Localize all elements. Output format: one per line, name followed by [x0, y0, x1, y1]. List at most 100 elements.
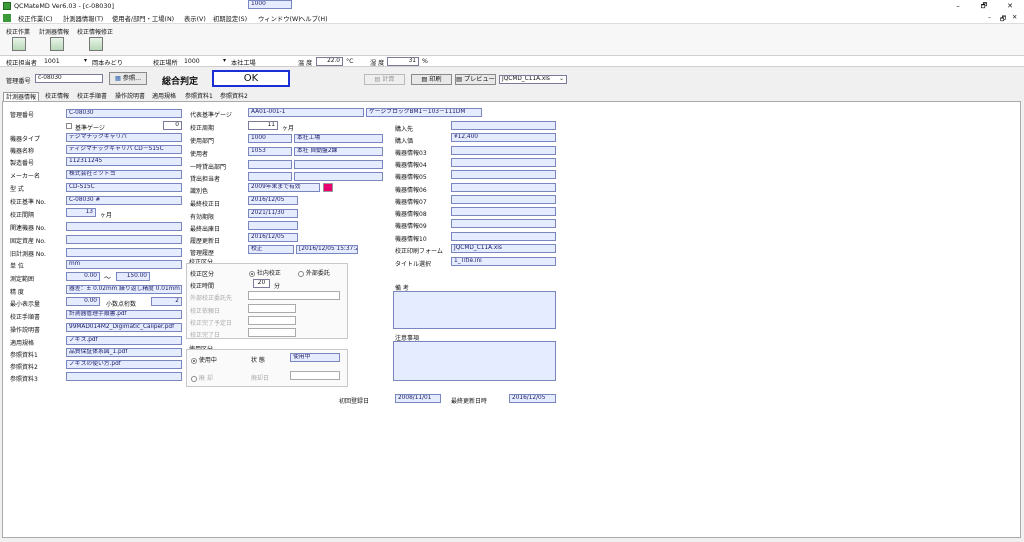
menu-window[interactable]: ウィンドウ(W) [258, 14, 301, 23]
toolbar-tab-calib-edit[interactable]: 校正情報修正 [77, 27, 113, 36]
interval-field[interactable]: 13 [66, 208, 96, 217]
in-use-option[interactable]: 使用中 [191, 355, 217, 364]
cal-time-field[interactable]: 20 [253, 279, 270, 288]
form-select[interactable]: JQCMD_C11A.xls ⌄ [499, 75, 567, 84]
instrument-info-icon[interactable] [50, 37, 64, 51]
disposed-date-field[interactable] [290, 371, 340, 380]
history-update-field[interactable]: 2016/12/05 [248, 233, 298, 242]
unit-field[interactable]: mm [66, 260, 182, 269]
menu-calibration[interactable]: 校正作業(C) [18, 14, 53, 23]
model-field[interactable]: CD-S15C [66, 183, 182, 192]
expiry-field[interactable]: 2021/11/30 [248, 209, 298, 218]
calibration-edit-icon[interactable] [89, 37, 103, 51]
price-field[interactable]: ¥12,400 [451, 133, 556, 142]
info10-field[interactable] [451, 232, 556, 241]
internal-radio[interactable] [249, 270, 255, 277]
info06-field[interactable] [451, 183, 556, 192]
title-select-field[interactable]: 1_Title.ini [451, 257, 556, 266]
tab-instrument-info[interactable]: 計測器情報 [3, 92, 40, 101]
min-disp-field[interactable]: 0.00 [66, 297, 100, 306]
old-no-field[interactable] [66, 248, 182, 257]
ref-button[interactable]: ▦ 参照... [109, 72, 147, 85]
print-form-field[interactable]: JQCMD_C11A.xls [451, 244, 556, 253]
external-option[interactable]: 外部委託 [298, 268, 330, 277]
temperature-field[interactable]: 22.0 [316, 57, 343, 66]
memo-textarea[interactable] [393, 291, 556, 329]
last-out-field[interactable] [248, 221, 298, 230]
disposed-radio[interactable] [191, 375, 197, 382]
menu-view[interactable]: 表示(V) [184, 14, 206, 23]
minimize-button[interactable]: – [946, 1, 970, 11]
maker-field[interactable]: 株式会社ミツトヨ [66, 170, 182, 179]
dept-id-box[interactable]: 1000 [248, 134, 292, 143]
menu-help[interactable]: ヘルプ(H) [299, 14, 328, 23]
external-radio[interactable] [298, 270, 304, 277]
ext-contractor-field[interactable] [248, 291, 340, 300]
dept-id-field[interactable]: 1000 [248, 0, 292, 9]
tab-calibration-info[interactable]: 校正情報 [43, 92, 71, 101]
type-field[interactable]: デジマチックキャリパ [66, 133, 182, 142]
tab-procedure[interactable]: 校正手順書 [75, 92, 109, 101]
ident-color-field[interactable]: 2009年末まで有効 [248, 183, 320, 192]
tab-reference1[interactable]: 参照資料1 [183, 92, 215, 101]
ref3-field[interactable] [66, 372, 182, 381]
toolbar-tab-calibration[interactable]: 校正作業 [6, 27, 30, 36]
cal-period-field[interactable]: 11 [248, 121, 278, 130]
lend-dept-id-field[interactable] [248, 160, 292, 169]
print-button[interactable]: ▤ 印刷 [411, 74, 452, 85]
asset-field[interactable] [66, 235, 182, 244]
mgmt-no-field[interactable]: C-08030 [66, 109, 182, 118]
range-from-field[interactable]: 0.00 [66, 272, 100, 281]
procedure-field[interactable]: 計測器管理手順書.pdf [66, 310, 182, 319]
decimal-field[interactable]: 2 [151, 297, 182, 306]
info09-field[interactable] [451, 219, 556, 228]
dest-field[interactable] [451, 121, 556, 130]
toolbar-tab-instrument[interactable]: 計測器情報 [39, 27, 69, 36]
menu-user-dept[interactable]: 使用者/部門・工場(N) [112, 14, 174, 23]
history-field[interactable]: 校正 [248, 245, 294, 254]
accuracy-field[interactable]: 器差：± 0.02mm 繰り返し精度 0.01mm [66, 285, 182, 294]
tab-manual[interactable]: 操作説明書 [113, 92, 147, 101]
related-field[interactable] [66, 222, 182, 231]
ident-color-swatch[interactable] [323, 183, 333, 192]
calibration-work-icon[interactable] [12, 37, 26, 51]
state-field[interactable]: 使用中 [290, 353, 340, 362]
master-gauge-checkbox[interactable] [66, 123, 72, 129]
history-log-field[interactable]: [2016/12/05 15:37:24] 初回訪… [296, 245, 358, 254]
mgmt-no-input[interactable]: c-08030 [35, 74, 103, 83]
last-cal-field[interactable]: 2016/12/05 [248, 196, 298, 205]
notes-textarea[interactable] [393, 341, 556, 381]
serial-field[interactable]: 112311245 [66, 157, 182, 166]
chevron-down-icon[interactable]: ▾ [84, 57, 87, 64]
lend-person-id-field[interactable] [248, 172, 292, 181]
close-button[interactable]: ✕ [998, 1, 1022, 11]
disposed-option[interactable]: 廃 却 [191, 373, 213, 382]
info05-field[interactable] [451, 170, 556, 179]
inner-minimize-button[interactable]: – [988, 14, 991, 21]
user-id-field[interactable]: 1053 [248, 147, 292, 156]
calc-button[interactable]: ▤ 計算 [364, 74, 405, 85]
internal-option[interactable]: 社内校正 [249, 268, 281, 277]
place-id[interactable]: 1000 [184, 58, 200, 65]
info07-field[interactable] [451, 195, 556, 204]
master-gauge-count[interactable]: 0 [163, 121, 182, 130]
menu-settings[interactable]: 初期設定(S) [213, 14, 247, 23]
chevron-down-icon[interactable]: ▾ [223, 57, 226, 64]
rep-gauge-field[interactable]: AA01-001-1 [248, 108, 364, 117]
manual-field[interactable]: 99MAD014M2_Digimatic_Caliper.pdf [66, 323, 182, 332]
tab-standard[interactable]: 適用規格 [150, 92, 178, 101]
in-use-radio[interactable] [191, 357, 197, 364]
range-to-field[interactable]: 150.00 [116, 272, 150, 281]
name-field[interactable]: ディジマチックキャリパ CD－S15C [66, 145, 182, 154]
ref2-field[interactable]: ノギスの使い方.pdf [66, 360, 182, 369]
info03-field[interactable] [451, 146, 556, 155]
preview-button[interactable]: ▤ プレビュー [455, 74, 496, 85]
info04-field[interactable] [451, 158, 556, 167]
restore-button[interactable]: 🗗 [972, 1, 996, 11]
rep-gauge-name-field[interactable]: ゲージブロックBM1－103－111DM [366, 108, 482, 117]
tab-reference2[interactable]: 参照資料2 [218, 92, 250, 101]
operator-id[interactable]: 1001 [44, 58, 60, 65]
humidity-field[interactable]: 31 [387, 57, 419, 66]
standard-field[interactable]: ノギス.pdf [66, 336, 182, 345]
info08-field[interactable] [451, 207, 556, 216]
